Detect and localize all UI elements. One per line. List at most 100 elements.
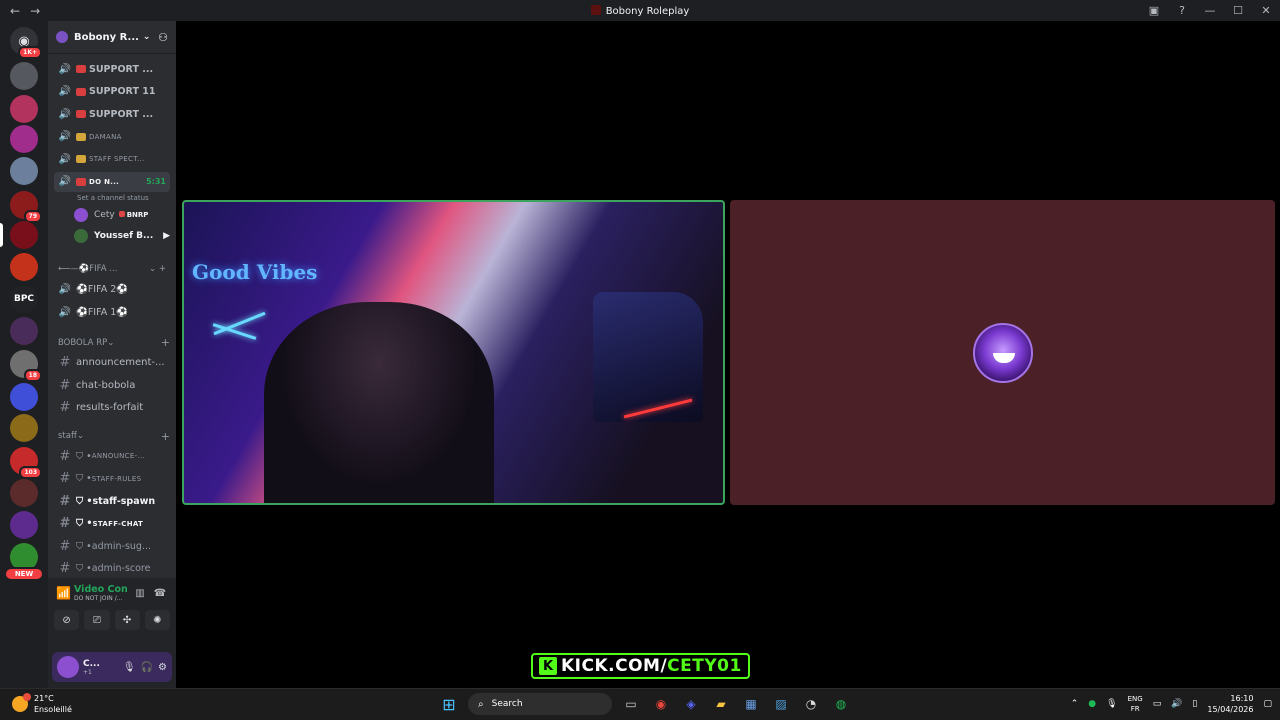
- text-channel[interactable]: # ⛉ • admin-score: [54, 559, 170, 579]
- channel-timer: 5:31: [146, 177, 166, 186]
- avatar[interactable]: [57, 656, 79, 678]
- notification-icon[interactable]: ▢: [1263, 699, 1272, 709]
- settings-gear-icon[interactable]: ⚙: [158, 662, 167, 673]
- disconnect-icon[interactable]: ☎: [152, 588, 168, 599]
- microphone-icon[interactable]: 🎙: [123, 662, 136, 673]
- server-1-icon[interactable]: [10, 62, 38, 90]
- category-staff[interactable]: staff ⌄ +: [58, 428, 170, 444]
- inbox-icon[interactable]: ▣: [1140, 4, 1168, 17]
- camera-off-button[interactable]: ⊘: [54, 610, 80, 630]
- maximize-button[interactable]: ☐: [1224, 4, 1252, 17]
- server-header[interactable]: Bobony R... ⌄ ⚇: [48, 21, 176, 54]
- voice-channel-label: STAFF SPECT...: [89, 155, 145, 163]
- hash-icon: #: [59, 561, 71, 576]
- server-9-icon[interactable]: [10, 317, 38, 345]
- forward-arrow-icon[interactable]: →: [30, 4, 40, 18]
- server-4-icon[interactable]: [10, 157, 38, 185]
- server-bpc-icon[interactable]: BPC: [10, 285, 38, 313]
- add-channel-icon[interactable]: +: [161, 336, 170, 349]
- server-14-icon[interactable]: [10, 479, 38, 507]
- home-button[interactable]: ◉ 1K+: [10, 27, 42, 59]
- video-tile-avatar[interactable]: [730, 200, 1275, 505]
- soccer-ball-icon: ⚽: [76, 284, 88, 295]
- text-channel[interactable]: # ⛉ • STAFF-RULES: [54, 469, 170, 489]
- battery-icon[interactable]: ▯: [1192, 699, 1197, 709]
- github-icon[interactable]: ◔: [800, 693, 822, 715]
- voice-channel[interactable]: 🔊 DAMANA: [54, 127, 170, 147]
- server-15-icon[interactable]: [10, 511, 38, 539]
- member-name: Cety: [94, 209, 115, 220]
- chrome-icon[interactable]: ◉: [650, 693, 672, 715]
- app-icon[interactable]: ▦: [740, 693, 762, 715]
- voice-status[interactable]: Video Connected: [74, 584, 128, 595]
- discord-icon[interactable]: ◈: [680, 693, 702, 715]
- server-10-icon[interactable]: 18: [10, 350, 42, 382]
- voice-channel[interactable]: 🔊 STAFF SPECT...: [54, 149, 170, 169]
- channel-status-hint[interactable]: Set a channel status: [77, 194, 149, 202]
- headphones-icon[interactable]: 🎧: [141, 662, 153, 673]
- user-name[interactable]: C... +1: [83, 659, 118, 676]
- spotify-icon[interactable]: ◍: [830, 693, 852, 715]
- network-icon[interactable]: ▭: [1153, 699, 1162, 709]
- add-channel-icon[interactable]: +: [161, 430, 170, 443]
- back-arrow-icon[interactable]: ←: [10, 4, 20, 18]
- voice-member[interactable]: Cety BNRP: [74, 205, 170, 225]
- active-voice-channel[interactable]: 🔊 DO N... 5:31: [54, 171, 170, 192]
- server-5-icon[interactable]: 79: [10, 191, 42, 223]
- video-tile-camera[interactable]: Good Vibes: [182, 200, 725, 505]
- server-7-icon[interactable]: [10, 253, 38, 281]
- server-bobony-icon[interactable]: [10, 221, 38, 249]
- signal-icon[interactable]: 📶: [56, 586, 74, 600]
- windows-start-icon[interactable]: ⊞: [438, 693, 460, 715]
- server-icon: [56, 31, 68, 43]
- soundboard-button[interactable]: ✺: [144, 610, 170, 630]
- chevron-up-icon[interactable]: ⌃: [1071, 699, 1079, 709]
- close-button[interactable]: ✕: [1252, 4, 1280, 17]
- server-11-icon[interactable]: [10, 383, 38, 411]
- text-channel[interactable]: # chat-bobola: [54, 375, 170, 395]
- voice-channel-label: FIFA 1: [87, 306, 117, 318]
- photos-icon[interactable]: ▨: [770, 693, 792, 715]
- voice-channel[interactable]: 🔊 SUPPORT ...: [54, 104, 170, 124]
- minimize-button[interactable]: —: [1196, 4, 1224, 17]
- server-16-icon[interactable]: NEW: [4, 543, 44, 581]
- channel-list: 🔊 SUPPORT ... 🔊 SUPPORT 11 🔊 SUPPORT ... 🔊 DAMA…: [48, 54, 176, 578]
- text-channel[interactable]: # ⛉ • STAFF-CHAT: [54, 514, 170, 534]
- server-badge: 103: [19, 466, 42, 479]
- language-indicator[interactable]: ENG FR: [1128, 694, 1143, 714]
- text-channel[interactable]: # ⛉ • ANNOUNCE-...: [54, 446, 170, 466]
- voice-channel-label: FIFA 2: [87, 284, 117, 295]
- add-channel-icon[interactable]: ⌄ +: [149, 264, 170, 274]
- microphone-icon[interactable]: 🎙: [1106, 699, 1117, 709]
- voice-channel[interactable]: 🔊 SUPPORT ...: [54, 59, 170, 79]
- clock[interactable]: 16:10 15/04/2026: [1207, 693, 1253, 715]
- category-fifa[interactable]: ⟵— ⚽ FIFA ... ⌄ +: [54, 261, 170, 277]
- help-icon[interactable]: ?: [1168, 4, 1196, 17]
- taskbar-search[interactable]: ⌕ Search: [468, 693, 612, 715]
- server-12-icon[interactable]: [10, 414, 38, 442]
- activities-button[interactable]: ✣: [114, 610, 140, 630]
- chevron-down-icon: ⌄: [142, 32, 151, 42]
- task-view-icon[interactable]: ▭: [620, 693, 642, 715]
- voice-channel[interactable]: 🔊 SUPPORT 11: [54, 82, 170, 102]
- noise-suppression-icon[interactable]: ▥: [132, 588, 148, 599]
- text-channel[interactable]: # ⛉ • admin-sug...: [54, 536, 170, 556]
- voice-channel[interactable]: 🔊 ⚽ FIFA 1 ⚽: [54, 302, 170, 322]
- text-channel[interactable]: # announcement-...: [54, 353, 170, 373]
- server-2-icon[interactable]: [10, 95, 38, 123]
- speaker-icon: 🔊: [58, 176, 72, 187]
- voice-channel-name[interactable]: DO NOT JOIN /...: [74, 595, 128, 602]
- server-13-icon[interactable]: 103: [10, 447, 42, 479]
- weather-widget[interactable]: 21°C Ensoleillé: [12, 693, 72, 715]
- text-channel[interactable]: # ⛉ • staff-spawn: [54, 491, 170, 511]
- category-bobola[interactable]: BOBOLA RP ⌄ +: [58, 335, 170, 351]
- text-channel[interactable]: # results-forfait: [54, 398, 170, 418]
- file-explorer-icon[interactable]: ▰: [710, 693, 732, 715]
- tray-app-icon[interactable]: ●: [1088, 699, 1096, 709]
- voice-member[interactable]: Youssef B... ▶: [74, 226, 170, 246]
- invite-people-icon[interactable]: ⚇: [158, 31, 168, 44]
- volume-icon[interactable]: 🔊: [1171, 699, 1182, 709]
- server-3-icon[interactable]: [10, 125, 38, 153]
- voice-channel[interactable]: 🔊 ⚽ FIFA 2 ⚽: [54, 280, 170, 300]
- screen-share-button[interactable]: ⎚: [84, 610, 110, 630]
